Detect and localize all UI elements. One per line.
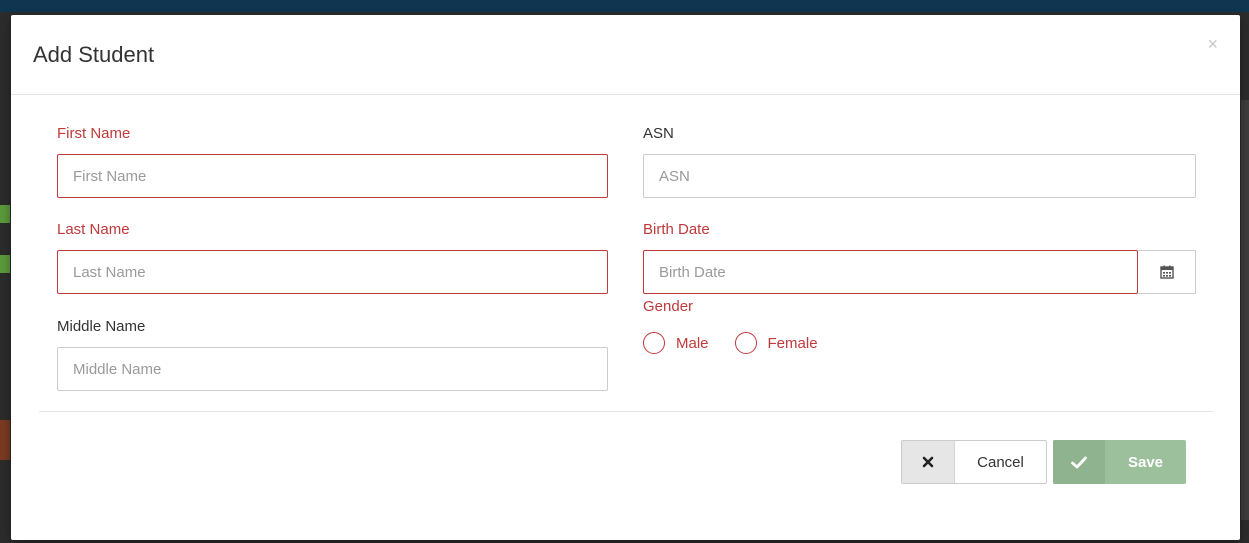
asn-label: ASN (643, 125, 674, 142)
birth-date-label: Birth Date (643, 221, 710, 238)
middle-name-input[interactable] (57, 347, 608, 391)
backdrop-scrollbar (1241, 100, 1249, 520)
birth-date-input[interactable] (643, 250, 1138, 294)
gender-option-female[interactable]: Female (734, 332, 818, 354)
gender-option-label: Female (767, 334, 818, 352)
last-name-input[interactable] (57, 250, 608, 294)
modal-header: Add Student × (11, 15, 1240, 95)
first-name-label: First Name (57, 125, 131, 142)
modal-title: Add Student (33, 42, 155, 67)
gender-option-label: Male (676, 334, 709, 352)
calendar-icon (1159, 265, 1174, 279)
last-name-label: Last Name (57, 221, 130, 238)
backdrop-strip (0, 205, 10, 223)
cancel-button[interactable]: Cancel (901, 440, 1047, 484)
middle-name-label: Middle Name (57, 318, 146, 335)
backdrop-strip (0, 255, 10, 273)
save-button[interactable]: Save (1053, 440, 1186, 484)
check-icon (1053, 440, 1105, 484)
times-icon (902, 441, 955, 483)
radio-circle[interactable] (643, 332, 665, 354)
backdrop-strip (0, 420, 10, 460)
gender-radio-group: Male Female (643, 332, 844, 354)
add-student-modal: Add Student × First Name Last Name Middl… (11, 15, 1240, 540)
save-button-label: Save (1127, 453, 1164, 471)
modal-footer-divider (39, 411, 1213, 412)
cancel-button-label: Cancel (977, 453, 1024, 471)
asn-input[interactable] (643, 154, 1196, 198)
radio-circle[interactable] (734, 332, 757, 354)
close-button[interactable]: × (1207, 35, 1218, 53)
gender-label: Gender (643, 298, 694, 315)
gender-option-male[interactable]: Male (643, 332, 709, 354)
birth-date-picker-button[interactable] (1138, 250, 1196, 294)
first-name-input[interactable] (57, 154, 608, 198)
